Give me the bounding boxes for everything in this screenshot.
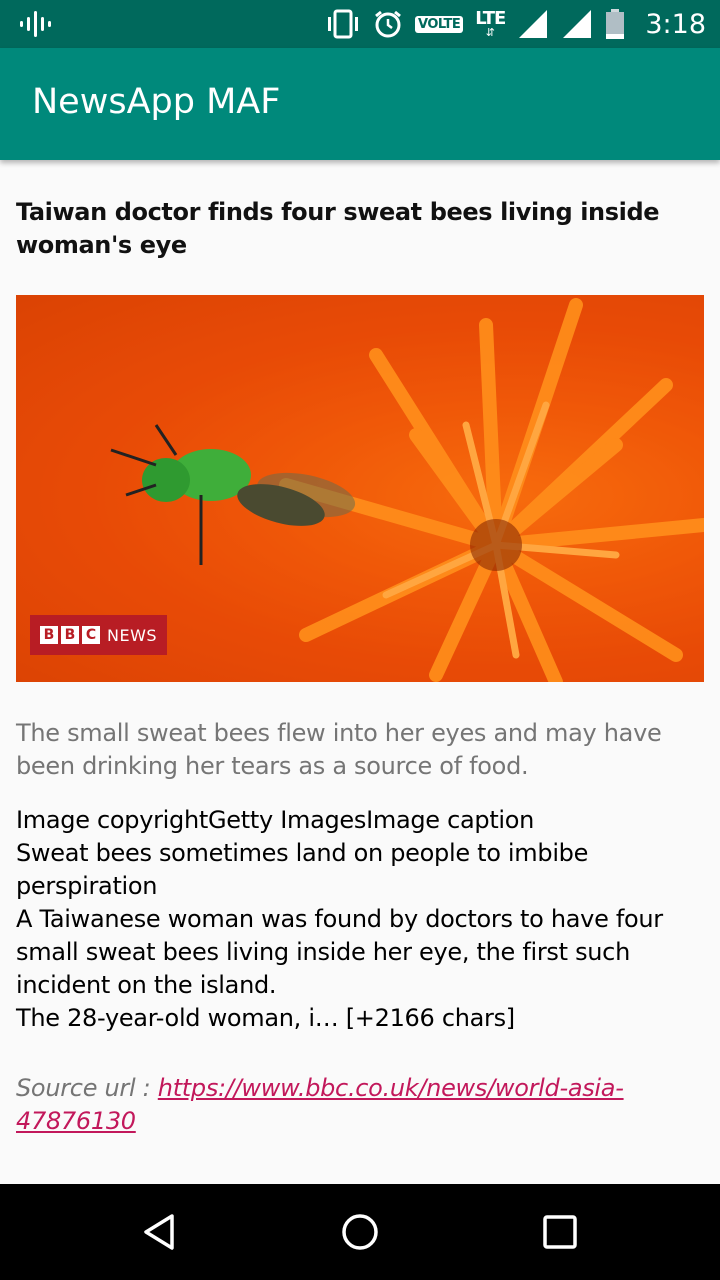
bbc-logo-letter: C [82,626,100,644]
app-bar: NewsApp MAF [0,48,720,160]
status-clock: 3:18 [645,8,706,40]
status-bar: VOLTE LTE ⇵ 3:18 [0,0,720,48]
article-image: B B C NEWS [16,295,704,682]
recents-icon [543,1215,577,1249]
navigation-bar [0,1184,720,1280]
alarm-icon [373,9,403,39]
bbc-logo-news: NEWS [107,625,158,645]
source-line: Source url : https://www.bbc.co.uk/news/… [16,1072,706,1138]
lte-indicator: LTE ⇵ [475,10,506,39]
source-label: Source url : [16,1074,158,1102]
back-icon [144,1214,174,1250]
vibrate-icon [325,9,361,39]
signal-icon [561,8,593,40]
home-button[interactable] [312,1184,408,1280]
data-arrows-icon: ⇵ [485,26,495,39]
bbc-news-logo: B B C NEWS [30,615,168,655]
back-button[interactable] [112,1184,208,1280]
app-title: NewsApp MAF [32,82,281,122]
article-body: Image copyrightGetty ImagesImage caption… [16,806,663,1032]
recents-button[interactable] [512,1184,608,1280]
battery-icon [605,8,625,40]
home-icon [342,1214,378,1250]
article-title: Taiwan doctor finds four sweat bees livi… [16,198,660,259]
podcast-icon [18,8,54,40]
article-description: The small sweat bees flew into her eyes … [16,719,662,780]
signal-icon [517,8,549,40]
article-content: Taiwan doctor finds four sweat bees livi… [16,160,706,1135]
bbc-logo-letter: B [61,626,79,644]
bbc-logo-letter: B [40,626,58,644]
volte-badge: VOLTE [415,15,464,33]
